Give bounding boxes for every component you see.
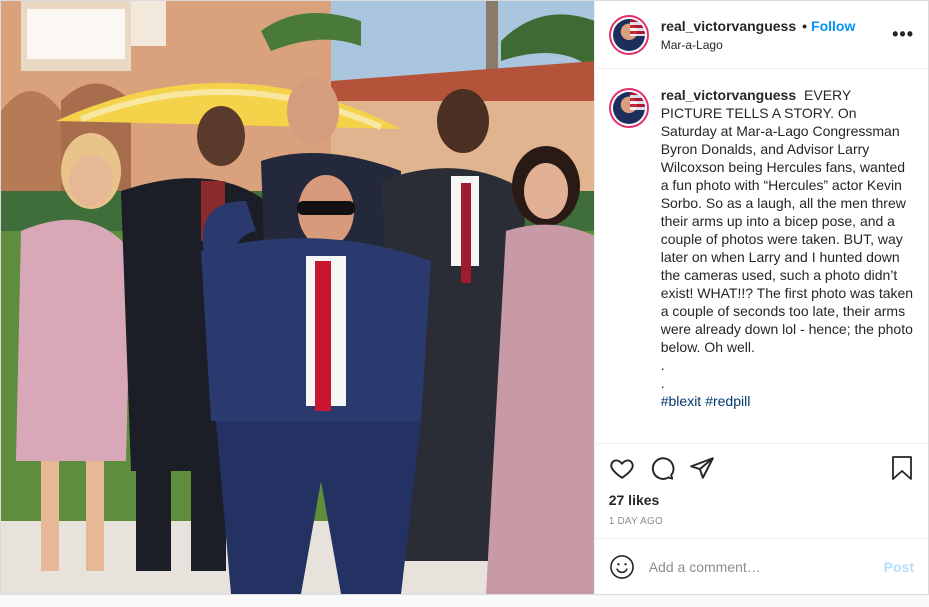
- post-timestamp[interactable]: 1 DAY AGO: [609, 516, 914, 527]
- post-header: real_victorvanguess • Follow Mar-a-Lago …: [594, 1, 928, 69]
- avatar-image: [612, 92, 645, 124]
- caption-dot: .: [660, 357, 665, 373]
- post-actions: 27 likes 1 DAY AGO: [594, 443, 928, 527]
- follow-button[interactable]: Follow: [811, 18, 855, 34]
- bookmark-icon[interactable]: [884, 448, 914, 488]
- emoji-icon[interactable]: [609, 554, 649, 580]
- caption: real_victorvanguess EVERY PICTURE TELLS …: [595, 70, 928, 443]
- separator-dot: •: [802, 17, 808, 34]
- caption-text: EVERY PICTURE TELLS A STORY. On Saturday…: [660, 87, 914, 355]
- post-comment-button[interactable]: Post: [884, 559, 914, 575]
- action-icons: [609, 444, 914, 492]
- comment-input[interactable]: [648, 558, 884, 575]
- location-link[interactable]: Mar-a-Lago: [661, 38, 892, 52]
- heart-icon[interactable]: [609, 448, 649, 488]
- avatar-image: [612, 18, 645, 51]
- caption-body: real_victorvanguess EVERY PICTURE TELLS …: [661, 86, 914, 443]
- share-icon[interactable]: [689, 448, 729, 488]
- post-sidebar: real_victorvanguess • Follow Mar-a-Lago …: [593, 1, 928, 594]
- like-count[interactable]: 27 likes: [609, 492, 914, 508]
- avatar[interactable]: [608, 14, 649, 55]
- header-text: real_victorvanguess • Follow Mar-a-Lago: [661, 18, 892, 52]
- more-options-icon[interactable]: •••: [892, 24, 914, 45]
- hashtag-link[interactable]: #blexit: [661, 393, 701, 409]
- hashtag-link[interactable]: #redpill: [705, 393, 750, 409]
- author-username[interactable]: real_victorvanguess: [661, 18, 796, 34]
- instagram-post: real_victorvanguess • Follow Mar-a-Lago …: [0, 0, 929, 595]
- comment-box: Post: [594, 538, 928, 594]
- caption-dot: .: [660, 375, 665, 391]
- comment-icon[interactable]: [649, 448, 689, 488]
- header-line: real_victorvanguess • Follow: [661, 18, 892, 34]
- caption-avatar[interactable]: [608, 88, 649, 128]
- post-photo[interactable]: [1, 1, 594, 594]
- caption-username[interactable]: real_victorvanguess: [661, 87, 796, 103]
- group-photo-illustration: [1, 1, 594, 594]
